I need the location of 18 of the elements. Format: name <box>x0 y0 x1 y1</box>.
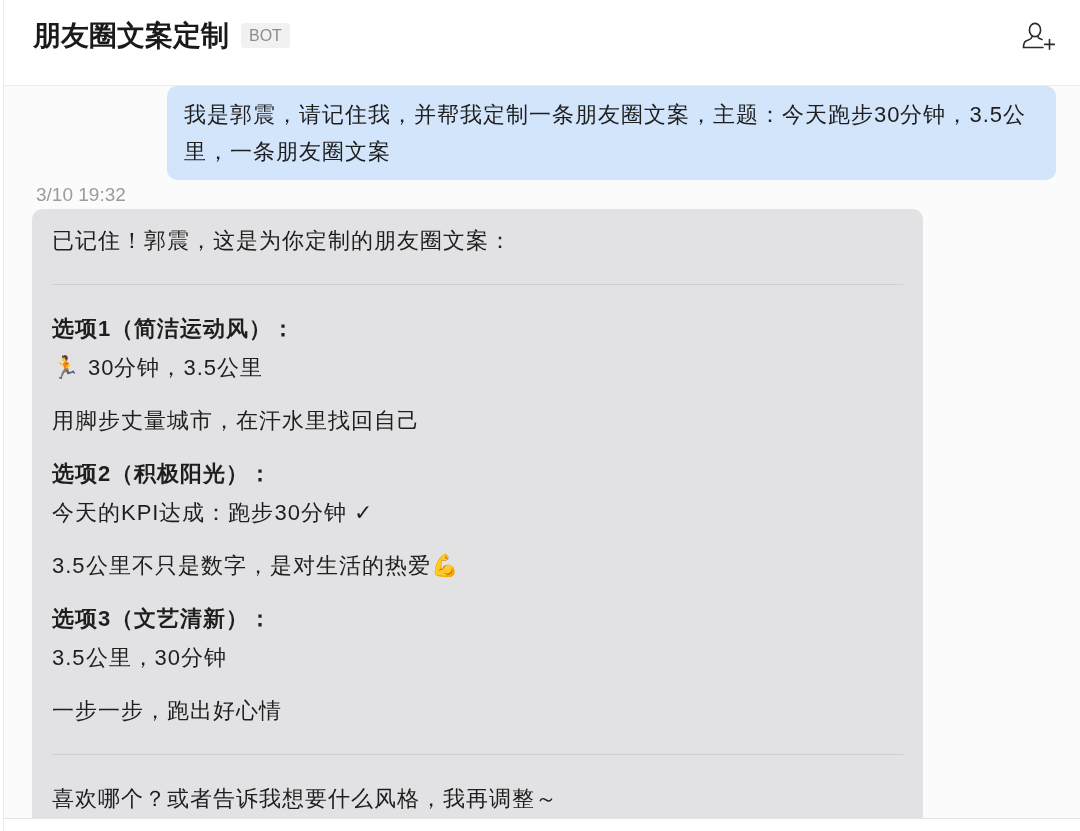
message-text: 喜欢哪个？或者告诉我想要什么风格，我再调整～ <box>52 785 558 813</box>
chat-title: 朋友圈文案定制 <box>33 19 229 53</box>
option-heading: 选项1（简洁运动风）： <box>52 315 296 343</box>
option-heading: 选项3（文艺清新）： <box>52 605 273 633</box>
user-message-text: 我是郭震，请记住我，并帮我定制一条朋友圈文案，主题：今天跑步30分钟，3.5公里，一条朋友圈文案 <box>184 102 1027 164</box>
message-text: 3.5公里不只是数字，是对生活的热爱 <box>52 552 431 580</box>
message-timestamp: 3/10 19:32 <box>36 183 126 207</box>
message-text: 一步一步，跑出好心情 <box>52 697 282 725</box>
message-text: 今天的KPI达成：跑步30分钟 ✓ <box>52 499 374 527</box>
runner-icon: 🏃 <box>52 354 80 381</box>
message-text: 已记住！郭震，这是为你定制的朋友圈文案： <box>52 227 512 255</box>
bot-tag: BOT <box>241 23 290 48</box>
add-user-icon[interactable] <box>1022 22 1056 50</box>
message-text: 3.5公里，30分钟 <box>52 644 228 672</box>
message-text: 30分钟，3.5公里 <box>88 354 264 382</box>
message-text: 用脚步丈量城市，在汗水里找回自己 <box>52 407 420 435</box>
option-heading: 选项2（积极阳光）： <box>52 460 273 488</box>
flexed-biceps-icon: 💪 <box>430 552 459 579</box>
